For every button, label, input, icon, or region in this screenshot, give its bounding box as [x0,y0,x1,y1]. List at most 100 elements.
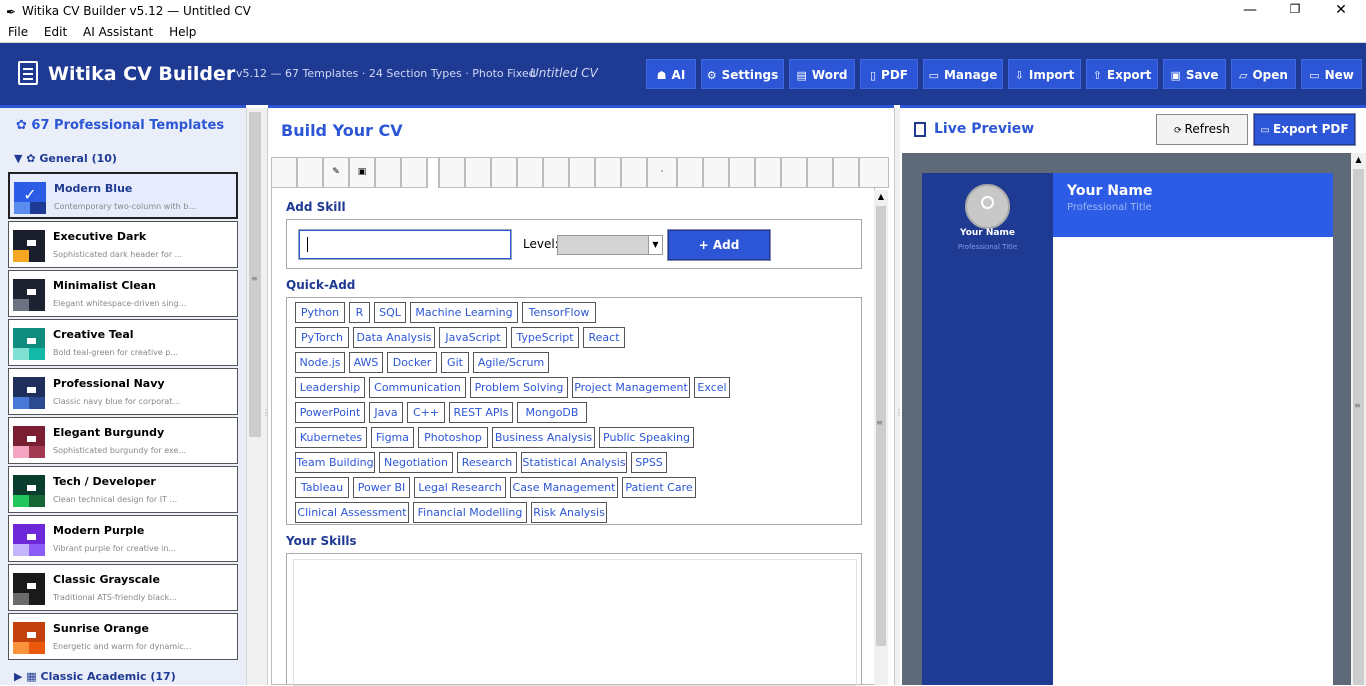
tab-18[interactable] [729,157,755,188]
scroll-up-icon[interactable]: ▲ [1351,153,1366,167]
tab-2[interactable]: ✎ [323,157,349,188]
quick-add-chip[interactable]: Excel [694,377,730,398]
tab-13[interactable] [595,157,621,188]
quick-add-chip[interactable]: Research [457,452,517,473]
quick-add-chip[interactable]: PyTorch [295,327,349,348]
export-pdf-button[interactable]: ▭ Export PDF [1253,113,1356,146]
quick-add-chip[interactable]: Project Management [572,377,690,398]
restore-icon[interactable]: ❐ [1272,2,1318,16]
refresh-button[interactable]: ⟳ Refresh [1156,114,1248,145]
preview-canvas[interactable]: Your Name Professional Title Your Name P… [902,153,1351,685]
template-card-modern-blue[interactable]: ✓ Modern Blue Contemporary two-column wi… [8,172,238,219]
tab-7[interactable] [439,157,465,188]
import-button[interactable]: ⇩ Import [1008,59,1081,89]
quick-add-chip[interactable]: Java [369,402,403,423]
template-card-executive-dark[interactable]: Executive Dark Sophisticated dark header… [8,221,238,268]
quick-add-chip[interactable]: Tableau [295,477,349,498]
quick-add-chip[interactable]: Git [441,352,469,373]
settings-button[interactable]: ⚙ Settings [701,59,784,89]
quick-add-chip[interactable]: Agile/Scrum [473,352,549,373]
tab-3[interactable]: ▣ [349,157,375,188]
templates-scrollbar[interactable]: ≡ [246,108,263,685]
group-general[interactable]: ▼ ✿ General (10) [14,152,117,165]
tab-active[interactable] [427,157,439,190]
quick-add-chip[interactable]: REST APIs [449,402,513,423]
quick-add-chip[interactable]: MongoDB [517,402,587,423]
pdf-button[interactable]: ▯ PDF [860,59,918,89]
quick-add-chip[interactable]: Kubernetes [295,427,367,448]
tab-17[interactable] [703,157,729,188]
quick-add-chip[interactable]: Statistical Analysis [521,452,627,473]
add-skill-button[interactable]: + Add [667,229,771,261]
preview-scrollbar[interactable]: ▲ ≡ [1351,153,1366,685]
quick-add-chip[interactable]: Data Analysis [353,327,435,348]
quick-add-chip[interactable]: Team Building [295,452,375,473]
minimize-icon[interactable]: — [1227,2,1273,18]
quick-add-chip[interactable]: Figma [371,427,414,448]
tab-11[interactable] [543,157,569,188]
quick-add-chip[interactable]: Financial Modelling [413,502,527,523]
menu-file[interactable]: File [8,24,28,41]
template-card-elegant-burgundy[interactable]: Elegant Burgundy Sophisticated burgundy … [8,417,238,464]
quick-add-chip[interactable]: Negotiation [379,452,453,473]
template-card-professional-navy[interactable]: Professional Navy Classic navy blue for … [8,368,238,415]
quick-add-chip[interactable]: Public Speaking [599,427,694,448]
quick-add-chip[interactable]: Docker [387,352,437,373]
tab-14[interactable] [621,157,647,188]
quick-add-chip[interactable]: Problem Solving [470,377,568,398]
quick-add-chip[interactable]: Patient Care [622,477,696,498]
tab-10[interactable] [517,157,543,188]
template-card-tech-developer[interactable]: Tech / Developer Clean technical design … [8,466,238,513]
your-skills-list[interactable] [293,559,857,686]
tab-5[interactable] [401,157,427,188]
tab-1[interactable] [297,157,323,188]
ai-button[interactable]: ☗ AI [646,59,696,89]
quick-add-chip[interactable]: Power BI [353,477,410,498]
quick-add-chip[interactable]: TensorFlow [522,302,596,323]
tab-19[interactable] [755,157,781,188]
quick-add-chip[interactable]: Node.js [295,352,345,373]
quick-add-chip[interactable]: Python [295,302,345,323]
group-classic-academic[interactable]: ▶ ▦ Classic Academic (17) [14,670,176,683]
template-card-minimalist-clean[interactable]: Minimalist Clean Elegant whitespace-driv… [8,270,238,317]
quick-add-chip[interactable]: Case Management [510,477,618,498]
level-select[interactable]: ▼ [557,235,663,255]
quick-add-chip[interactable]: JavaScript [439,327,507,348]
scroll-up-icon[interactable]: ▲ [874,190,888,204]
quick-add-chip[interactable]: Photoshop [418,427,488,448]
tab-8[interactable] [465,157,491,188]
tab-21[interactable] [807,157,833,188]
quick-add-chip[interactable]: Clinical Assessment [295,502,409,523]
tab-16[interactable] [677,157,703,188]
quick-add-chip[interactable]: Communication [369,377,466,398]
new-button[interactable]: ▭ New [1301,59,1362,89]
template-card-sunrise-orange[interactable]: Sunrise Orange Energetic and warm for dy… [8,613,238,660]
tab-9[interactable] [491,157,517,188]
template-card-classic-grayscale[interactable]: Classic Grayscale Traditional ATS-friend… [8,564,238,611]
quick-add-chip[interactable]: C++ [407,402,445,423]
word-button[interactable]: ▤ Word [789,59,855,89]
tab-20[interactable] [781,157,807,188]
quick-add-chip[interactable]: SPSS [631,452,667,473]
quick-add-chip[interactable]: Business Analysis [492,427,595,448]
tab-4[interactable] [375,157,401,188]
tab-22[interactable] [833,157,859,188]
quick-add-chip[interactable]: SQL [374,302,406,323]
quick-add-chip[interactable]: R [349,302,370,323]
menu-edit[interactable]: Edit [44,24,67,41]
quick-add-chip[interactable]: TypeScript [511,327,579,348]
menu-help[interactable]: Help [169,24,196,41]
scroll-thumb[interactable] [1353,169,1364,685]
quick-add-chip[interactable]: Leadership [295,377,365,398]
quick-add-chip[interactable]: React [583,327,625,348]
tab-23[interactable] [859,157,889,188]
template-card-modern-purple[interactable]: Modern Purple Vibrant purple for creativ… [8,515,238,562]
export-button[interactable]: ⇧ Export [1086,59,1158,89]
quick-add-chip[interactable]: AWS [349,352,383,373]
quick-add-chip[interactable]: Legal Research [414,477,506,498]
skill-input[interactable] [298,229,512,260]
manage-button[interactable]: ▭ Manage [923,59,1003,89]
quick-add-chip[interactable]: Machine Learning [410,302,518,323]
tab-12[interactable] [569,157,595,188]
tab-15[interactable]: · [647,157,677,188]
